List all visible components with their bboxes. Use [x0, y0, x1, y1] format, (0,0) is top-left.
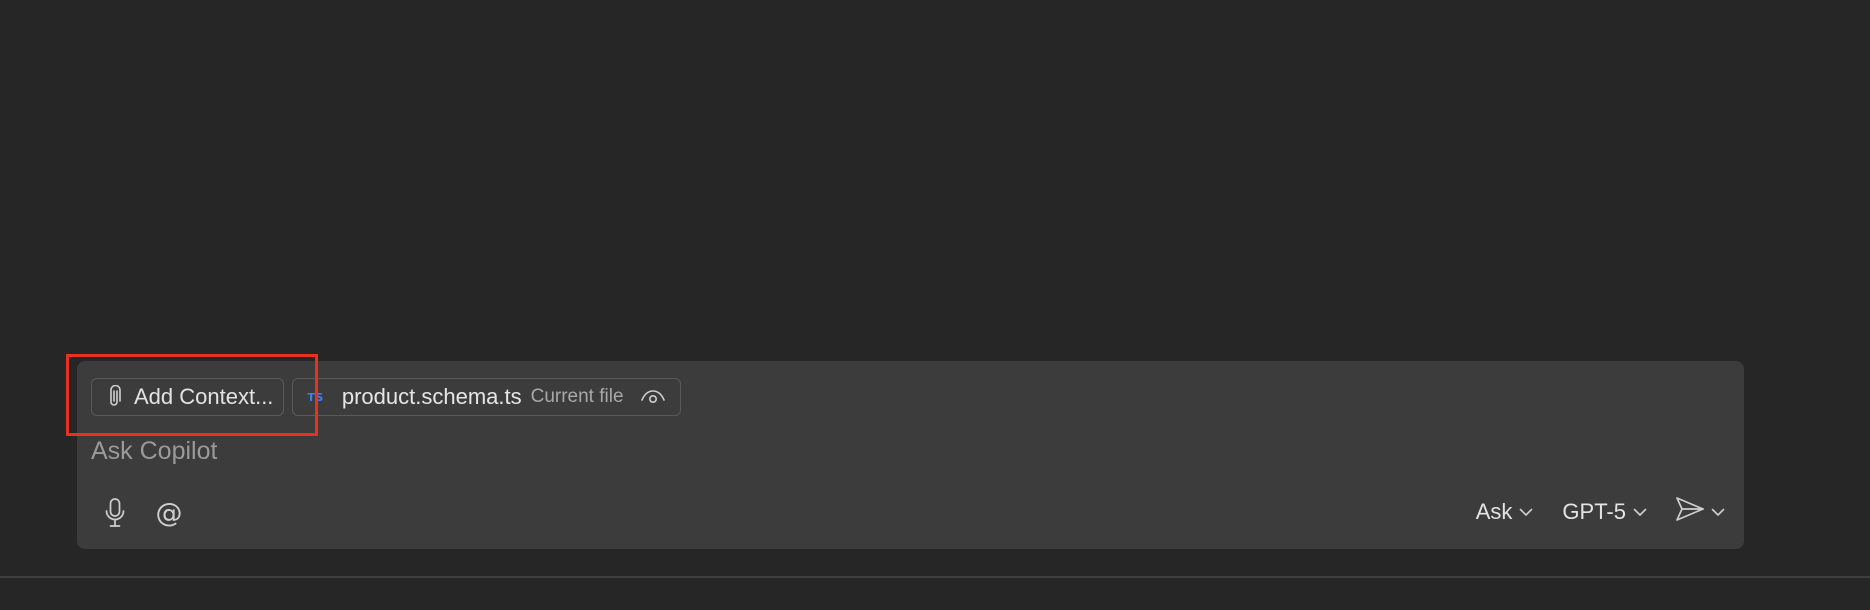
- file-name: product.schema.ts: [341, 384, 522, 409]
- microphone-icon[interactable]: [97, 495, 133, 531]
- current-file-chip[interactable]: TS product.schema.ts Current file: [292, 378, 681, 416]
- typescript-file-icon: TS: [307, 390, 324, 404]
- chat-view: Add Context... TS product.schema.ts Curr…: [0, 0, 1870, 610]
- model-dropdown[interactable]: GPT-5: [1562, 499, 1648, 525]
- input-toolbar-right: Ask GPT-5: [1448, 495, 1726, 528]
- model-label: GPT-5: [1562, 498, 1626, 524]
- send-icon: [1674, 495, 1706, 528]
- chevron-down-icon[interactable]: [1710, 504, 1726, 520]
- mode-label: Ask: [1475, 498, 1513, 524]
- chat-input-panel: Add Context... TS product.schema.ts Curr…: [77, 361, 1744, 549]
- chevron-down-icon: [1632, 504, 1648, 520]
- input-toolbar-left: @: [97, 495, 187, 531]
- eye-icon[interactable]: [640, 387, 666, 407]
- paperclip-icon: [104, 384, 124, 410]
- file-note: Current file: [530, 386, 624, 407]
- chat-prompt-input[interactable]: [91, 433, 1721, 469]
- add-context-label: Add Context...: [134, 384, 274, 409]
- context-attachments-row: Add Context... TS product.schema.ts Curr…: [91, 377, 681, 417]
- at-sign-icon: @: [155, 497, 183, 529]
- add-context-button[interactable]: Add Context...: [91, 378, 285, 416]
- bottom-divider: [0, 576, 1870, 578]
- mode-dropdown[interactable]: Ask: [1476, 499, 1535, 525]
- send-button[interactable]: [1674, 495, 1726, 528]
- chevron-down-icon: [1518, 504, 1534, 520]
- mention-button[interactable]: @: [151, 495, 187, 531]
